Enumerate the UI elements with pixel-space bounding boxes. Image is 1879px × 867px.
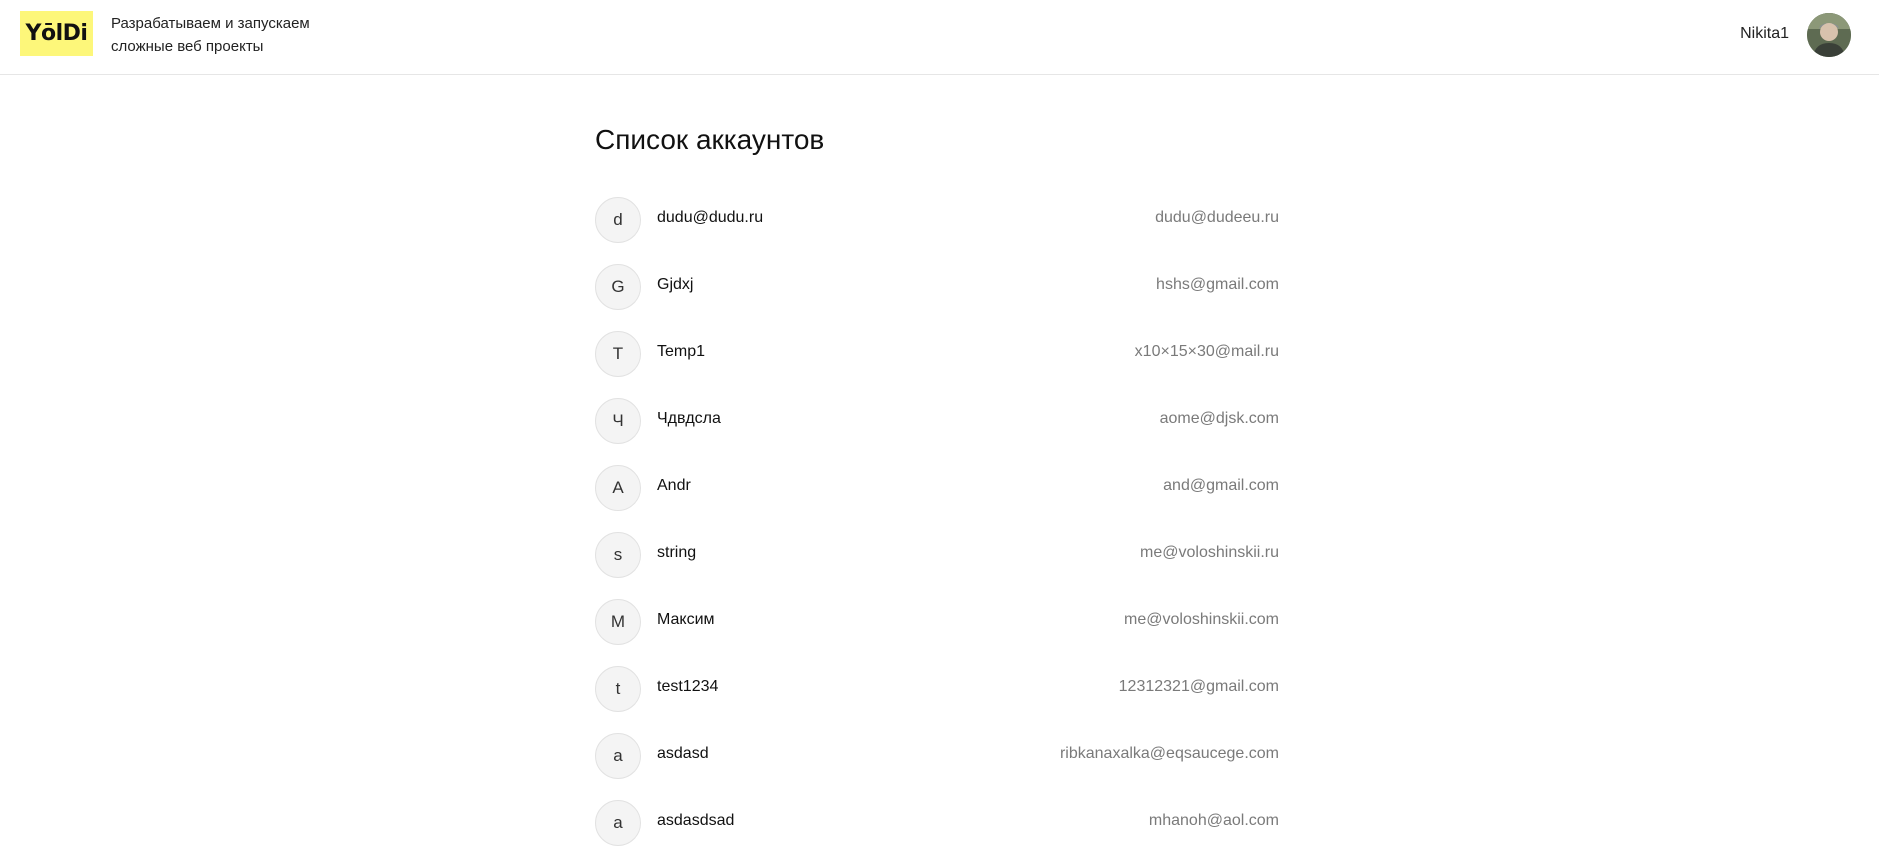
account-initial-avatar: М bbox=[595, 599, 641, 645]
account-row[interactable]: t test1234 12312321@gmail.com bbox=[595, 666, 1279, 733]
account-initial-avatar: G bbox=[595, 264, 641, 310]
tagline-line-1: Разрабатываем и запускаем bbox=[111, 15, 310, 32]
account-initial-avatar: s bbox=[595, 532, 641, 578]
account-name: Чдвдсла bbox=[657, 410, 721, 427]
accounts-page: Список аккаунтов d dudu@dudu.ru dudu@dud… bbox=[595, 120, 1279, 867]
account-email: 12312321@gmail.com bbox=[1118, 678, 1279, 695]
account-name: string bbox=[657, 544, 697, 561]
account-email: and@gmail.com bbox=[1163, 477, 1279, 494]
account-email: me@voloshinskii.com bbox=[1124, 611, 1279, 628]
account-initial-avatar: Ч bbox=[595, 398, 641, 444]
account-row[interactable]: G Gjdxj hshs@gmail.com bbox=[595, 264, 1279, 331]
account-email: ribkanaxalka@eqsaucege.com bbox=[1059, 745, 1279, 762]
account-row[interactable]: a asdasdsad mhanoh@aol.com bbox=[595, 800, 1279, 867]
account-row[interactable]: s string me@voloshinskii.ru bbox=[595, 532, 1279, 599]
account-initial-avatar: T bbox=[595, 331, 641, 377]
account-name: Temp1 bbox=[657, 343, 706, 360]
accounts-list: d dudu@dudu.ru dudu@dudeeu.ru G Gjdxj hs… bbox=[595, 197, 1279, 867]
header: YōlDi Разрабатываем и запускаем сложные … bbox=[0, 0, 1879, 75]
account-name: Максим bbox=[657, 611, 715, 628]
account-name: Gjdxj bbox=[657, 276, 694, 293]
account-initial-avatar: a bbox=[595, 800, 641, 846]
account-row[interactable]: М Максим me@voloshinskii.com bbox=[595, 599, 1279, 666]
user-name[interactable]: Nikita1 bbox=[1740, 25, 1789, 43]
account-email: hshs@gmail.com bbox=[1156, 276, 1279, 293]
account-name: dudu@dudu.ru bbox=[657, 209, 764, 226]
account-initial-avatar: a bbox=[595, 733, 641, 779]
account-initial-avatar: A bbox=[595, 465, 641, 511]
account-row[interactable]: Ч Чдвдсла aome@djsk.com bbox=[595, 398, 1279, 465]
user-avatar[interactable] bbox=[1807, 13, 1851, 57]
tagline-line-2: сложные веб проекты bbox=[111, 38, 264, 55]
account-email: aome@djsk.com bbox=[1159, 410, 1279, 427]
tagline: Разрабатываем и запускаем сложные веб пр… bbox=[111, 12, 310, 58]
account-row[interactable]: d dudu@dudu.ru dudu@dudeeu.ru bbox=[595, 197, 1279, 264]
account-row[interactable]: a asdasd ribkanaxalka@eqsaucege.com bbox=[595, 733, 1279, 800]
page-title: Список аккаунтов bbox=[595, 124, 825, 155]
account-name: asdasd bbox=[657, 745, 709, 762]
account-name: Andr bbox=[657, 477, 691, 494]
account-name: test1234 bbox=[657, 678, 719, 695]
account-initial-avatar: t bbox=[595, 666, 641, 712]
logo[interactable]: YōlDi bbox=[20, 11, 93, 56]
account-email: me@voloshinskii.ru bbox=[1140, 544, 1279, 561]
account-row[interactable]: A Andr and@gmail.com bbox=[595, 465, 1279, 532]
account-email: x10×15×30@mail.ru bbox=[1134, 343, 1279, 360]
account-initial-avatar: d bbox=[595, 197, 641, 243]
account-row[interactable]: T Temp1 x10×15×30@mail.ru bbox=[595, 331, 1279, 398]
account-email: dudu@dudeeu.ru bbox=[1155, 209, 1279, 226]
account-email: mhanoh@aol.com bbox=[1148, 812, 1279, 829]
avatar-photo-icon bbox=[1807, 13, 1851, 57]
account-name: asdasdsad bbox=[657, 812, 735, 829]
